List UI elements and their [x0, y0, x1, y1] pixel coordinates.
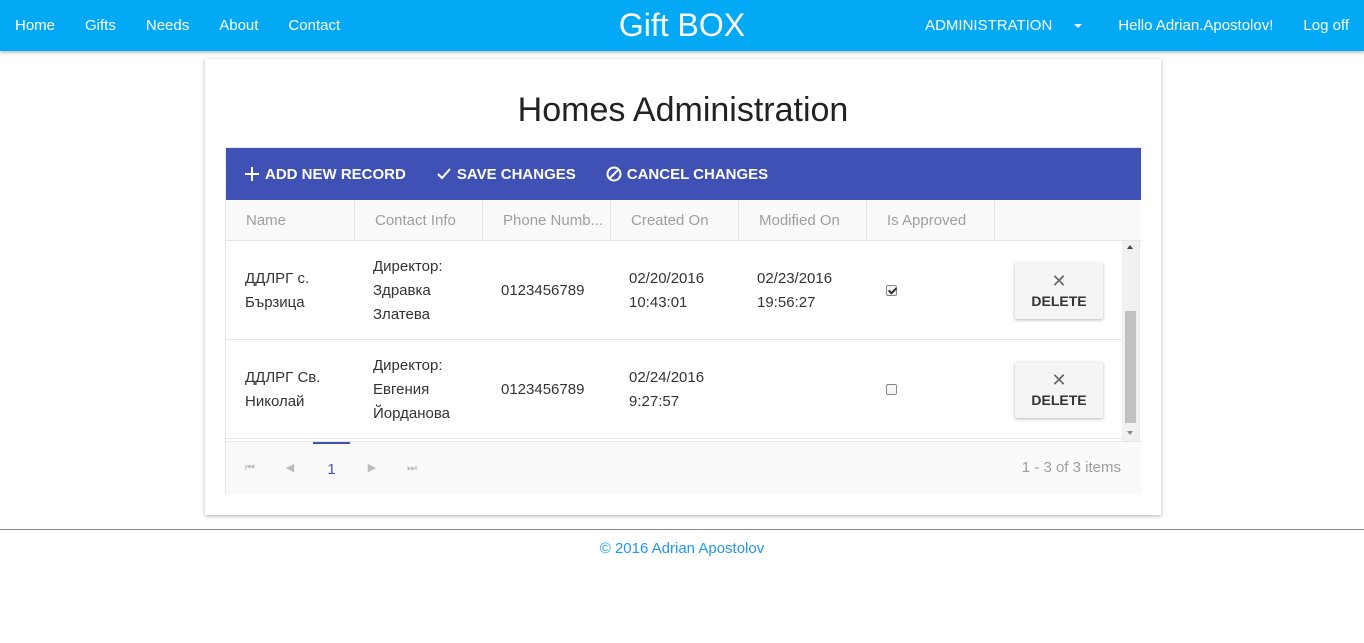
column-header-contact-info[interactable]: Contact Info	[355, 200, 483, 241]
modified-date: 02/23/2016	[757, 269, 833, 287]
top-navbar: Home Gifts Needs About Contact Gift BOX …	[0, 0, 1364, 51]
modified-time: 19:56:27	[757, 293, 816, 311]
phone-value: 0123456789	[501, 380, 585, 398]
next-page-icon[interactable]: ▶	[364, 460, 380, 476]
nav-home-link[interactable]: Home	[0, 0, 70, 51]
add-new-record-label: ADD NEW RECORD	[265, 165, 406, 183]
delete-button[interactable]: ✕ DELETE	[1015, 362, 1103, 418]
nav-about-link[interactable]: About	[204, 0, 273, 51]
contact-line: Директор:	[373, 356, 443, 374]
grid-pager: ⏮ ◀ 1 ▶ ⏭ 1 - 3 of 3 items	[226, 441, 1141, 494]
nav-left: Home Gifts Needs About Contact	[0, 0, 355, 51]
contact-line: Йорданова	[373, 404, 450, 422]
nav-gifts-link[interactable]: Gifts	[70, 0, 131, 51]
created-time: 10:43:01	[629, 293, 688, 311]
name-line: Николай	[245, 392, 305, 410]
column-header-created-on[interactable]: Created On	[611, 200, 739, 241]
delete-label: DELETE	[1031, 293, 1087, 309]
cancel-changes-label: CANCEL CHANGES	[626, 165, 769, 183]
scroll-up-arrow-icon[interactable]	[1127, 245, 1133, 249]
cell-created-on: 02/24/2016 9:27:57	[610, 340, 738, 439]
column-header-is-approved[interactable]: Is Approved	[867, 200, 995, 241]
grid-toolbar: ADD NEW RECORD SAVE CHANGES CANCEL CHANG…	[226, 148, 1141, 200]
cell-is-approved	[867, 241, 995, 340]
close-icon: ✕	[1051, 370, 1067, 390]
contact-line: Директор:	[373, 257, 443, 275]
plus-icon	[245, 167, 259, 181]
brand-title[interactable]: Gift BOX	[619, 7, 745, 43]
grid-scrollbar[interactable]	[1122, 241, 1139, 441]
cell-created-on: 02/20/2016 10:43:01	[610, 241, 738, 340]
contact-line: Златева	[373, 305, 431, 323]
nav-contact-link[interactable]: Contact	[273, 0, 355, 51]
approved-checkbox[interactable]	[886, 285, 897, 296]
footer-copyright: © 2016 Adrian Apostolov	[599, 540, 765, 557]
scroll-down-arrow-icon[interactable]	[1127, 431, 1133, 435]
table-row[interactable]: ДДЛРГ Св. Николай Директор: Евгения Йордано…	[226, 340, 1124, 439]
approved-checkbox[interactable]	[886, 384, 897, 395]
grid-body: ДДЛРГ с. Бързица Директор: Здравка Златева …	[226, 241, 1141, 441]
page-title: Homes Administration	[517, 91, 849, 129]
cell-phone: 0123456789	[482, 340, 610, 439]
previous-page-icon[interactable]: ◀	[282, 460, 298, 476]
created-time: 9:27:57	[629, 392, 680, 410]
pager-info: 1 - 3 of 3 items	[1021, 459, 1121, 476]
nav-right: ADMINISTRATION Hello Adrian.Apostolov! L…	[910, 0, 1364, 51]
user-greeting-link[interactable]: Hello Adrian.Apostolov!	[1103, 0, 1288, 51]
cell-contact-info: Директор: Евгения Йорданова	[354, 340, 482, 439]
phone-value: 0123456789	[501, 281, 585, 299]
check-icon	[437, 168, 451, 180]
delete-button[interactable]: ✕ DELETE	[1015, 263, 1103, 319]
name-line: Бързица	[245, 293, 305, 311]
table-row[interactable]: ДДЛРГ с. Бързица Директор: Здравка Златева …	[226, 241, 1124, 340]
logoff-link[interactable]: Log off	[1288, 0, 1364, 51]
cell-name: ДДЛРГ Св. Николай	[226, 340, 355, 439]
delete-label: DELETE	[1031, 392, 1087, 408]
column-header-name[interactable]: Name	[226, 200, 355, 241]
close-icon: ✕	[1051, 271, 1067, 291]
created-date: 02/20/2016	[629, 269, 705, 287]
last-page-icon[interactable]: ⏭	[404, 460, 420, 476]
homes-grid: ADD NEW RECORD SAVE CHANGES CANCEL CHANG…	[225, 147, 1141, 494]
save-changes-button[interactable]: SAVE CHANGES	[436, 166, 576, 183]
page-number-button[interactable]: 1	[313, 442, 350, 494]
add-new-record-button[interactable]: ADD NEW RECORD	[244, 166, 406, 183]
grid-header: Name Contact Info Phone Numb... Created …	[226, 200, 1141, 241]
scroll-thumb[interactable]	[1125, 311, 1136, 423]
cancel-icon	[606, 166, 622, 182]
name-line: ДДЛРГ с.	[245, 269, 310, 287]
cell-phone: 0123456789	[482, 241, 610, 340]
contact-line: Евгения	[373, 380, 430, 398]
header-scroll-corner	[1122, 200, 1139, 241]
first-page-icon[interactable]: ⏮	[242, 460, 258, 476]
cancel-changes-button[interactable]: CANCEL CHANGES	[606, 166, 768, 183]
footer-divider	[0, 529, 1364, 530]
cell-contact-info: Директор: Здравка Златева	[354, 241, 482, 340]
caret-down-icon	[1074, 23, 1083, 28]
column-header-phone-number[interactable]: Phone Numb...	[483, 200, 611, 241]
column-header-modified-on[interactable]: Modified On	[739, 200, 867, 241]
created-date: 02/24/2016	[629, 368, 705, 386]
administration-dropdown[interactable]: ADMINISTRATION	[910, 0, 1103, 51]
save-changes-label: SAVE CHANGES	[456, 165, 576, 183]
name-line: ДДЛРГ Св.	[245, 368, 321, 386]
nav-needs-link[interactable]: Needs	[131, 0, 204, 51]
cell-name: ДДЛРГ с. Бързица	[226, 241, 355, 340]
admin-card: Homes Administration ADD NEW RECORD SAVE…	[205, 59, 1161, 515]
administration-label: ADMINISTRATION	[925, 17, 1053, 34]
cell-is-approved	[867, 340, 995, 439]
column-header-commands	[995, 200, 1124, 241]
cell-modified-on: 02/23/2016 19:56:27	[738, 241, 866, 340]
cell-modified-on	[738, 340, 866, 439]
contact-line: Здравка	[373, 281, 431, 299]
